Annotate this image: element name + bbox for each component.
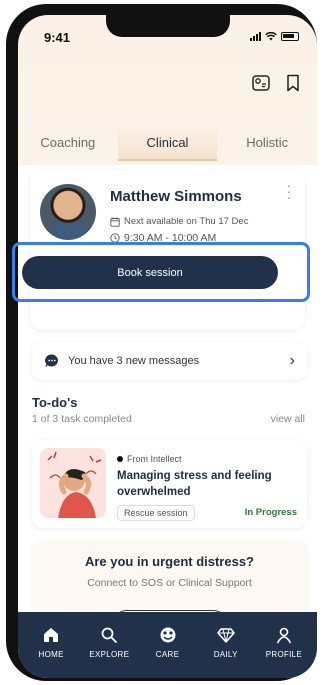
battery-icon [281,32,299,41]
task-tag: Rescue session [117,505,195,521]
wifi-icon [265,32,277,41]
task-source: From Intellect [117,454,182,464]
care-icon [160,627,175,643]
nav-daily-label: DAILY [213,650,238,659]
tab-coaching[interactable]: Coaching [18,125,118,161]
care-tabs: Coaching Clinical Holistic [18,125,317,161]
avatar [40,184,96,240]
nav-profile-label: PROFILE [265,650,303,659]
message-icon [45,354,58,368]
distress-subtitle: Connect to SOS or Clinical Support [87,577,252,589]
task-status: In Progress [244,507,297,518]
home-icon [44,628,59,642]
phone-notch [106,15,230,37]
calendar-icon [110,217,120,227]
chevron-right-icon: › [289,352,295,369]
chat-support-icon[interactable] [251,73,271,93]
todos-title: To-do's [32,395,78,410]
signal-icon [250,32,261,41]
task-source-text: From Intellect [127,454,182,464]
nav-daily[interactable]: DAILY [197,612,255,678]
messages-text: You have 3 new messages [68,355,200,367]
nav-care-label: CARE [155,650,180,659]
book-session-button[interactable]: Book session [22,256,278,289]
diamond-icon [216,628,235,643]
stress-illustration [40,448,106,518]
status-time: 9:41 [44,30,71,45]
nav-explore-label: EXPLORE [89,650,130,659]
view-all-link[interactable]: view all [271,413,305,425]
tab-holistic[interactable]: Holistic [217,125,317,161]
coach-name: Matthew Simmons [110,188,242,205]
app-screen: 9:41 Coaching Clinical Holistic Matthew … [18,15,317,678]
phone-frame: 9:41 Coaching Clinical Holistic Matthew … [6,4,317,681]
search-icon [101,627,118,643]
task-card[interactable]: From Intellect Managing stress and feeli… [32,440,307,528]
nav-home-label: HOME [38,650,64,659]
availability-row: Next available on Thu 17 Dec [110,216,248,227]
distress-title: Are you in urgent distress? [84,554,255,569]
tab-clinical[interactable]: Clinical [117,125,218,161]
new-messages-banner[interactable]: You have 3 new messages › [32,342,307,380]
todos-progress: 1 of 3 task completed [32,413,132,425]
nav-profile[interactable]: PROFILE [255,612,313,678]
bookmark-icon[interactable] [283,73,303,93]
bottom-navigation: HOME EXPLORE CARE DAILY PROFILE [18,612,317,678]
profile-icon [276,627,292,644]
more-options-icon[interactable]: · · · [285,178,293,204]
nav-explore[interactable]: EXPLORE [80,612,138,678]
top-icons [251,73,303,93]
availability-text: Next available on Thu 17 Dec [124,216,249,227]
nav-care[interactable]: CARE [138,612,196,678]
intellect-logo-icon [117,456,123,462]
status-icons [250,32,299,41]
nav-home[interactable]: HOME [22,612,80,678]
task-title: Managing stress and feeling overwhelmed [117,470,272,498]
